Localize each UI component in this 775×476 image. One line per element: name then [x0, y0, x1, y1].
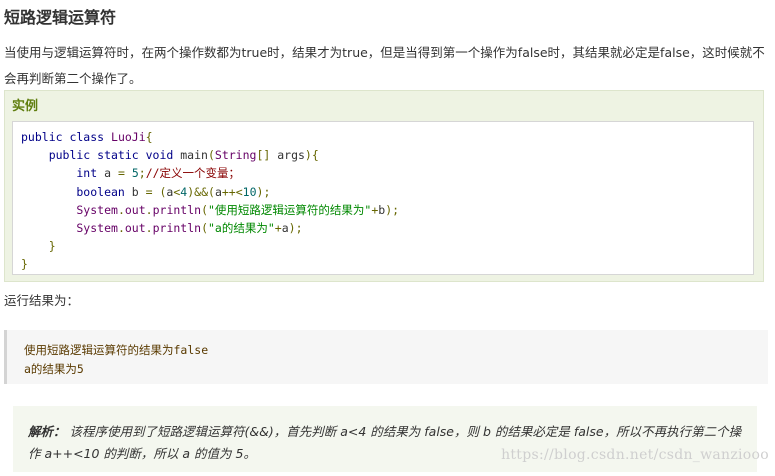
code-type: System	[21, 221, 118, 236]
code-punct: +	[274, 221, 282, 236]
code-block[interactable]: public class LuoJi{ public static void m…	[12, 121, 754, 275]
output-line: a的结果为5	[24, 362, 84, 376]
code-keyword: public class	[21, 130, 112, 144]
code-string: "a的结果为"	[208, 221, 275, 236]
code-punct: ;	[138, 166, 146, 181]
code-field: out	[124, 221, 146, 236]
output-block[interactable]: 使用短路逻辑运算符的结果为false a的结果为5	[4, 330, 768, 384]
code-punct: (	[201, 202, 208, 217]
watermark: https://blog.csdn.net/csdn_wanziooo	[501, 447, 769, 463]
run-result-label: 运行结果为：	[4, 293, 80, 308]
output-line: 使用短路逻辑运算符的结果为false	[24, 343, 209, 357]
code-punct: .	[145, 221, 153, 236]
code-class-name: LuoJi	[111, 130, 146, 144]
code-number: 10	[242, 184, 257, 199]
analysis-lead: 解析：	[28, 424, 66, 439]
code-punct: = (	[138, 184, 167, 199]
code-punct: =	[111, 166, 132, 181]
code-punct: []	[256, 148, 278, 163]
intro-paragraph: 当使用与逻辑运算符时，在两个操作数都为true时，结果才为true，但是当得到第…	[4, 45, 765, 86]
code-punct: );	[256, 184, 271, 199]
code-punct: )&&(	[187, 184, 215, 199]
code-type: String	[214, 148, 257, 163]
code-method: println	[152, 221, 202, 236]
code-ident: a	[214, 184, 222, 199]
code-punct: (	[207, 148, 215, 163]
code-punct: }	[21, 239, 56, 254]
code-keyword: int	[21, 166, 105, 181]
code-listing: public class LuoJi{ public static void m…	[13, 122, 753, 274]
code-punct: .	[117, 221, 125, 236]
code-ident: a	[104, 166, 112, 181]
code-punct: );	[288, 221, 303, 236]
code-method: println	[152, 202, 202, 217]
code-ident: a	[281, 221, 289, 236]
code-number: 5	[131, 166, 139, 181]
code-comment: //定义一个变量；	[145, 166, 241, 181]
example-label: 实例	[12, 99, 39, 114]
code-ident: main	[180, 148, 208, 163]
code-type: System	[21, 202, 118, 217]
code-ident: b	[131, 184, 139, 199]
output-listing: 使用短路逻辑运算符的结果为false a的结果为5	[7, 330, 768, 379]
code-keyword: boolean	[21, 184, 132, 199]
code-punct: .	[117, 202, 125, 217]
code-punct: }	[21, 257, 28, 272]
code-punct: ++<	[221, 184, 243, 199]
code-punct: {	[145, 130, 153, 144]
code-punct: );	[385, 202, 400, 217]
example-box: 实例 public class LuoJi{ public static voi…	[4, 90, 764, 282]
code-field: out	[124, 202, 146, 217]
section-heading: 短路逻辑运算符	[4, 8, 117, 27]
code-string: "使用短路逻辑运算符的结果为"	[208, 202, 372, 217]
code-punct: (	[201, 221, 208, 236]
code-keyword: public static void	[21, 148, 181, 163]
code-punct: ){	[304, 148, 319, 163]
code-ident: args	[277, 148, 305, 163]
code-punct: .	[145, 202, 153, 217]
